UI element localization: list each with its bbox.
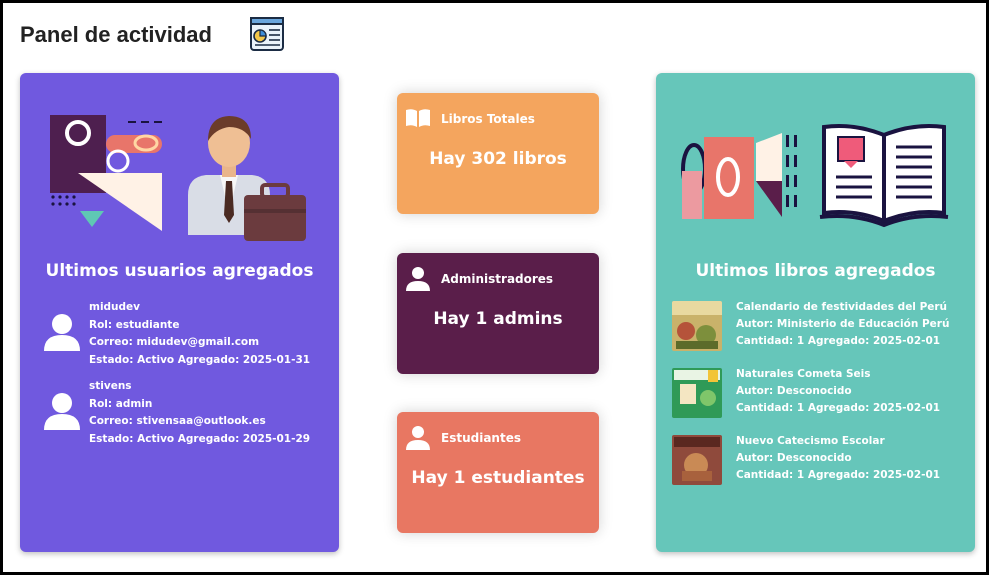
users-panel-title: Ultimos usuarios agregados [45, 261, 314, 281]
book-author: Autor: Desconocido [736, 385, 852, 397]
book-title: Calendario de festividades del Perú [736, 301, 948, 313]
book-details: Nuevo Catecismo Escolar Autor: Desconoci… [736, 433, 940, 484]
users-illustration [50, 115, 306, 241]
user-name: stivens [89, 380, 132, 392]
book-cover-image [672, 368, 722, 418]
user-name: midudev [89, 301, 141, 313]
books-illustration [681, 124, 949, 228]
user-details: stivens Rol: admin Correo: stivensaa@out… [89, 378, 310, 448]
books-panel: Ultimos libros agregados Calendario de f… [656, 73, 975, 552]
user-email: Correo: midudev@gmail.com [89, 336, 260, 348]
book-meta: Cantidad: 1 Agregado: 2025-02-01 [736, 335, 941, 347]
user-status: Estado: Activo Agregado: 2025-01-29 [89, 432, 311, 445]
dashboard-report-icon [250, 17, 284, 51]
book-list-item[interactable]: Calendario de festividades del Perú Auto… [672, 299, 972, 357]
user-avatar-icon [44, 314, 80, 351]
books-panel-title: Ultimos libros agregados [695, 261, 936, 281]
book-title: Naturales Cometa Seis [736, 368, 871, 380]
admins-value: Hay 1 admins [433, 309, 563, 329]
book-author: Autor: Desconocido [736, 452, 852, 464]
book-cover-image [672, 301, 722, 351]
admins-label: Administradores [441, 272, 554, 286]
book-icon [406, 109, 430, 127]
user-email: Correo: stivensaa@outlook.es [89, 415, 266, 427]
students-value: Hay 1 estudiantes [411, 468, 585, 488]
students-label: Estudiantes [441, 431, 521, 445]
user-details: midudev Rol: estudiante Correo: midudev@… [89, 299, 310, 369]
user-role: Rol: estudiante [89, 318, 180, 331]
book-title: Nuevo Catecismo Escolar [736, 435, 885, 447]
book-list-item[interactable]: Naturales Cometa Seis Autor: Desconocido… [672, 366, 972, 424]
user-icon [406, 426, 430, 450]
total-books-label: Libros Totales [441, 112, 535, 126]
user-role: Rol: admin [89, 397, 153, 410]
book-list-item[interactable]: Nuevo Catecismo Escolar Autor: Desconoci… [672, 433, 972, 491]
dashboard-frame: Panel de actividad Ultimos usuarios agre… [0, 0, 989, 575]
book-cover-image [672, 435, 722, 485]
book-meta: Cantidad: 1 Agregado: 2025-02-01 [736, 402, 941, 414]
book-details: Naturales Cometa Seis Autor: Desconocido… [736, 366, 940, 417]
students-card[interactable]: Estudiantes Hay 1 estudiantes [397, 412, 599, 533]
book-meta: Cantidad: 1 Agregado: 2025-02-01 [736, 469, 941, 481]
user-list-item[interactable]: stivens Rol: admin Correo: stivensaa@out… [42, 378, 332, 448]
page-title: Panel de actividad [20, 22, 212, 47]
admins-card[interactable]: Administradores Hay 1 admins [397, 253, 599, 374]
book-author: Autor: Ministerio de Educación Perú [736, 318, 950, 330]
users-panel: Ultimos usuarios agregados midudev Rol: … [20, 73, 339, 552]
user-icon [406, 267, 430, 291]
user-status: Estado: Activo Agregado: 2025-01-31 [89, 353, 311, 366]
total-books-card[interactable]: Libros Totales Hay 302 libros [397, 93, 599, 214]
book-details: Calendario de festividades del Perú Auto… [736, 299, 949, 350]
total-books-value: Hay 302 libros [429, 149, 567, 169]
user-avatar-icon [44, 393, 80, 430]
user-list-item[interactable]: midudev Rol: estudiante Correo: midudev@… [42, 299, 332, 369]
